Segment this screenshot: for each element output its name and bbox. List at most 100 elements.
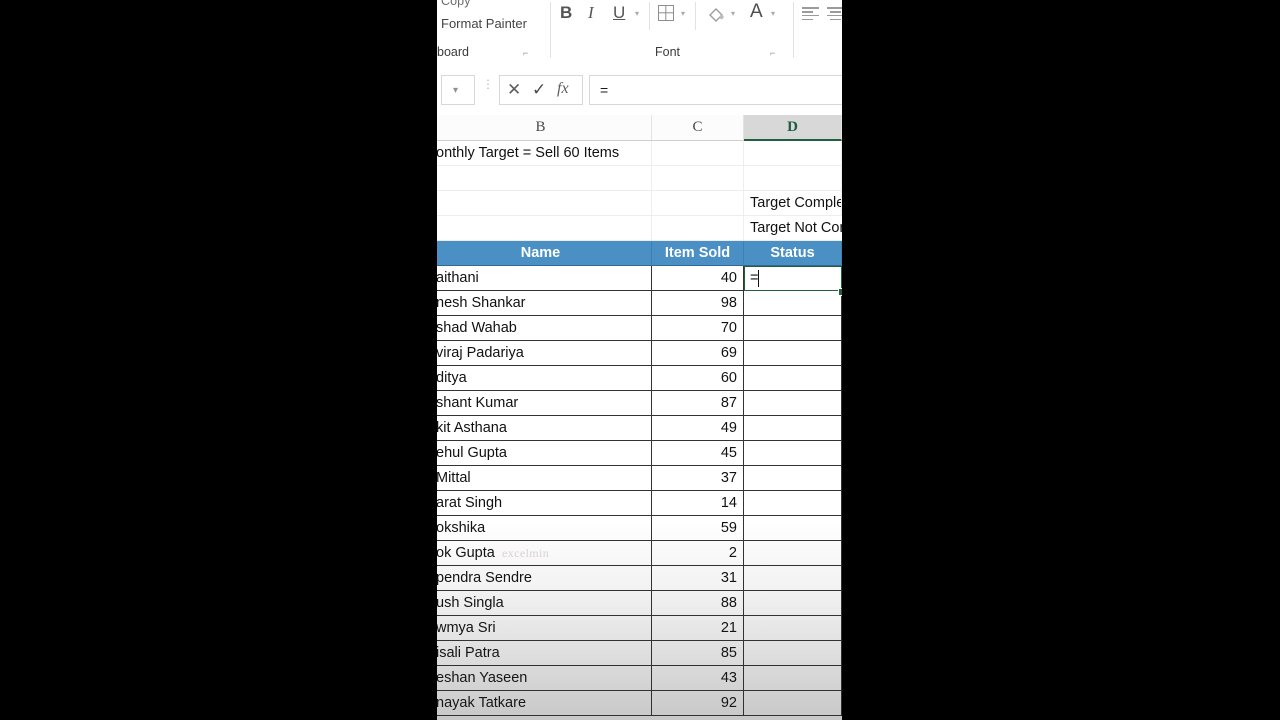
cell-name[interactable]: wmya Sri bbox=[437, 616, 652, 641]
cell-name[interactable]: ush Singla bbox=[437, 591, 652, 616]
cell-status[interactable] bbox=[744, 391, 842, 416]
fill-color-icon[interactable] bbox=[705, 3, 727, 25]
borders-icon[interactable] bbox=[658, 5, 674, 21]
name-box[interactable]: ▾ bbox=[441, 75, 475, 105]
cell-name[interactable]: ehul Gupta bbox=[437, 441, 652, 466]
copy-button[interactable]: Copy bbox=[441, 0, 471, 8]
cell-item-sold[interactable]: 45 bbox=[652, 441, 744, 466]
underline-icon[interactable]: U bbox=[613, 3, 625, 23]
ribbon: Copy Format Painter board ⌐ B I U ▾ ▾ ▾ … bbox=[437, 0, 842, 67]
cell-status[interactable] bbox=[744, 641, 842, 666]
cell-item-sold[interactable]: 69 bbox=[652, 341, 744, 366]
cell-name[interactable]: nayak Tatkare bbox=[437, 691, 652, 716]
table-row: ditya 60 bbox=[437, 366, 842, 391]
cell-item-sold[interactable]: 43 bbox=[652, 666, 744, 691]
cell-status[interactable] bbox=[744, 691, 842, 716]
cell-item-sold[interactable]: 87 bbox=[652, 391, 744, 416]
cell-c[interactable] bbox=[652, 191, 744, 216]
cell-item-sold[interactable]: 98 bbox=[652, 291, 744, 316]
cell-name[interactable]: isali Patra bbox=[437, 641, 652, 666]
enter-formula-button[interactable]: ✓ bbox=[532, 80, 546, 100]
cell-status[interactable] bbox=[744, 366, 842, 391]
cell-name[interactable]: nesh Shankar bbox=[437, 291, 652, 316]
cell-c[interactable] bbox=[652, 166, 744, 191]
cell-c[interactable] bbox=[652, 216, 744, 241]
cell-name[interactable]: okshika bbox=[437, 516, 652, 541]
cell-item-sold[interactable]: 85 bbox=[652, 641, 744, 666]
cell-status[interactable] bbox=[744, 591, 842, 616]
cell-item-sold[interactable]: 2 bbox=[652, 541, 744, 566]
cell-d-target-complete[interactable]: Target Complete bbox=[744, 191, 842, 216]
cell-b[interactable] bbox=[437, 191, 652, 216]
font-color-chevron-down-icon[interactable]: ▾ bbox=[771, 9, 775, 18]
cell-name[interactable]: kit Asthana bbox=[437, 416, 652, 441]
cell-status[interactable] bbox=[744, 666, 842, 691]
insert-function-button[interactable]: fx bbox=[557, 80, 569, 98]
cell-status[interactable] bbox=[744, 441, 842, 466]
align-left-icon[interactable] bbox=[802, 7, 819, 21]
cell-b[interactable] bbox=[437, 166, 652, 191]
cell-item-sold[interactable]: 60 bbox=[652, 366, 744, 391]
cell-d[interactable] bbox=[744, 166, 842, 191]
cell-item-sold[interactable]: 14 bbox=[652, 491, 744, 516]
cell-name[interactable]: ok Gupta bbox=[437, 541, 652, 566]
formula-input[interactable]: = bbox=[589, 75, 842, 105]
borders-chevron-down-icon[interactable]: ▾ bbox=[681, 9, 685, 18]
cell-status[interactable] bbox=[744, 466, 842, 491]
cell-item-sold[interactable]: 49 bbox=[652, 416, 744, 441]
cell-c[interactable] bbox=[652, 141, 744, 166]
cancel-formula-button[interactable]: ✕ bbox=[507, 80, 521, 100]
cell-name[interactable]: arat Singh bbox=[437, 491, 652, 516]
formula-bar-buttons: ✕ ✓ fx bbox=[499, 75, 583, 105]
cell-status[interactable] bbox=[744, 516, 842, 541]
fill-color-chevron-down-icon[interactable]: ▾ bbox=[731, 9, 735, 18]
cell-name[interactable]: ditya bbox=[437, 366, 652, 391]
cell-status[interactable] bbox=[744, 491, 842, 516]
underline-chevron-down-icon[interactable]: ▾ bbox=[635, 9, 639, 18]
cell-name[interactable]: shant Kumar bbox=[437, 391, 652, 416]
cell-name[interactable]: eshan Yaseen bbox=[437, 666, 652, 691]
name-box-chevron-down-icon[interactable]: ▾ bbox=[453, 85, 458, 96]
cell-name[interactable]: pendra Sendre bbox=[437, 566, 652, 591]
fill-handle[interactable] bbox=[838, 288, 842, 296]
bold-icon[interactable]: B bbox=[560, 3, 572, 23]
cell-status[interactable] bbox=[744, 291, 842, 316]
cell-item-sold[interactable]: 92 bbox=[652, 691, 744, 716]
table-row: viraj Padariya 69 bbox=[437, 341, 842, 366]
cell-item-sold[interactable]: 37 bbox=[652, 466, 744, 491]
cell-d[interactable] bbox=[744, 141, 842, 166]
formula-bar-grip-icon: ⋮ bbox=[482, 77, 494, 91]
cell-name[interactable]: Mittal bbox=[437, 466, 652, 491]
font-color-icon[interactable]: A bbox=[750, 1, 763, 23]
cell-name[interactable]: viraj Padariya bbox=[437, 341, 652, 366]
clipboard-dialog-launcher-icon[interactable]: ⌐ bbox=[523, 48, 528, 58]
format-painter-button[interactable]: Format Painter bbox=[441, 16, 527, 31]
ribbon-group-font: B I U ▾ ▾ ▾ A ▾ Font ⌐ bbox=[555, 0, 791, 66]
cell-status[interactable] bbox=[744, 616, 842, 641]
cell-b[interactable]: onthly Target = Sell 60 Items bbox=[437, 141, 652, 166]
cell-item-sold[interactable]: 59 bbox=[652, 516, 744, 541]
cell-status[interactable] bbox=[744, 416, 842, 441]
font-dialog-launcher-icon[interactable]: ⌐ bbox=[770, 48, 775, 58]
cell-item-sold[interactable]: 40 bbox=[652, 266, 744, 291]
cell-name[interactable]: shad Wahab bbox=[437, 316, 652, 341]
cell-d-target-not-complete[interactable]: Target Not Complete bbox=[744, 216, 842, 241]
ribbon-divider bbox=[550, 2, 551, 58]
cell-name[interactable]: aithani bbox=[437, 266, 652, 291]
cell-item-sold[interactable]: 70 bbox=[652, 316, 744, 341]
cell-status[interactable] bbox=[744, 316, 842, 341]
table-row: Mittal 37 bbox=[437, 466, 842, 491]
cell-status[interactable] bbox=[744, 541, 842, 566]
cell-item-sold[interactable]: 31 bbox=[652, 566, 744, 591]
cell-status[interactable] bbox=[744, 566, 842, 591]
column-header-c[interactable]: C bbox=[652, 115, 744, 141]
cell-item-sold[interactable]: 21 bbox=[652, 616, 744, 641]
cell-status[interactable] bbox=[744, 341, 842, 366]
align-center-icon[interactable] bbox=[827, 7, 842, 21]
cell-item-sold[interactable]: 88 bbox=[652, 591, 744, 616]
italic-icon[interactable]: I bbox=[588, 3, 594, 23]
grid-row: onthly Target = Sell 60 Items bbox=[437, 141, 842, 166]
column-header-b[interactable]: B bbox=[437, 115, 652, 141]
cell-b[interactable] bbox=[437, 216, 652, 241]
column-header-d[interactable]: D bbox=[744, 115, 842, 141]
